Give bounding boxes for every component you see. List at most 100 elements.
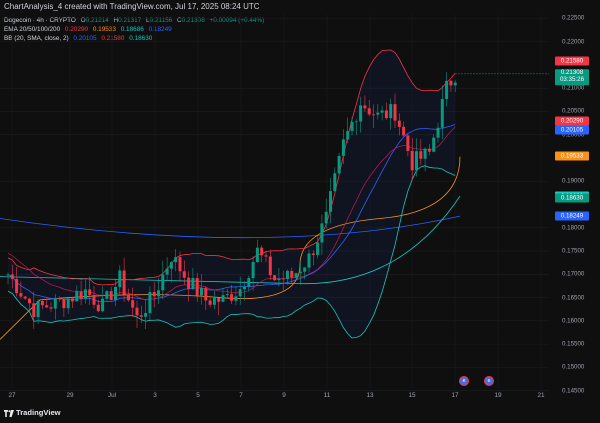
candle-body [341, 139, 345, 156]
candle-body [23, 296, 27, 299]
candle-body [243, 286, 246, 290]
tag-price: 0.18630 [560, 194, 584, 202]
bb-basis-tag[interactable]: 0.20105 [555, 125, 589, 135]
candle-body [148, 292, 152, 314]
time-tick-label: 3 [153, 392, 157, 399]
tag-price: 0.21580 [560, 57, 584, 65]
candle-body [161, 274, 165, 291]
candle-body [423, 148, 427, 159]
candle-body [415, 151, 418, 171]
tag-price: 0.20105 [560, 126, 584, 134]
bb-upper-tag[interactable]: 0.21580 [555, 56, 589, 66]
candle-body [333, 173, 337, 192]
candle-body [268, 256, 272, 276]
candle-body [260, 247, 264, 256]
candle-body [311, 253, 315, 255]
candle-body [247, 278, 251, 287]
candle-body [71, 298, 74, 302]
candle-body [225, 294, 229, 296]
ema200-tag[interactable]: 0.18249 [555, 211, 589, 221]
footer [0, 402, 600, 423]
candle-body [157, 290, 160, 297]
ema50-tag[interactable]: 0.19533 [555, 151, 589, 161]
candle-body [40, 300, 44, 306]
candle-body [432, 137, 436, 152]
calendar-event-icon[interactable]: e [459, 376, 469, 386]
time-tick-label: 5 [196, 392, 200, 399]
price-tick-label: 0.17500 [562, 247, 585, 255]
candle-body [15, 278, 19, 294]
candle-body [178, 257, 182, 272]
candle-body [114, 286, 117, 300]
time-tick-label: 13 [366, 392, 374, 399]
calendar-event-icon[interactable]: e [484, 376, 494, 386]
candle-body [152, 292, 156, 297]
candle-body [109, 291, 113, 300]
time-tick-label: 9 [282, 392, 286, 399]
price-tick-label: 0.19000 [562, 177, 585, 185]
candle-body [75, 291, 79, 302]
candle-body [402, 126, 406, 136]
candle-body [92, 294, 96, 305]
candle-body [346, 130, 350, 140]
candle-body [96, 304, 100, 312]
candle-body [238, 289, 242, 297]
candle-body [277, 278, 281, 281]
candle-body [126, 294, 130, 301]
candle-body [58, 298, 62, 300]
candle-body [139, 315, 143, 317]
candle-body [208, 300, 212, 305]
time-tick-label: Jul [107, 392, 117, 399]
candle-body [53, 298, 57, 309]
time-tick-label: 21 [537, 392, 545, 399]
candle-body [320, 223, 324, 243]
candle-body [182, 271, 186, 278]
candle-body [79, 291, 83, 299]
tag-countdown: 03:35:26 [559, 76, 585, 84]
time-tick-label: 17 [451, 392, 459, 399]
candle-body [165, 268, 169, 275]
time-tick-label: 27 [8, 392, 16, 399]
candle-body [45, 305, 49, 308]
price-tick-label: 0.15500 [562, 340, 585, 348]
candle-body [101, 298, 105, 312]
candle-body [10, 274, 14, 279]
candle-body [303, 267, 307, 272]
candle-body [406, 135, 410, 151]
candle-body [6, 274, 10, 276]
candle-body [49, 307, 53, 309]
candle-body [264, 255, 268, 257]
last-price-tag[interactable]: 0.21308 03:35:26 [555, 69, 589, 86]
time-tick-label: 11 [323, 392, 331, 399]
price-tick-label: 0.21000 [562, 84, 585, 92]
price-chart[interactable] [0, 14, 549, 402]
time-axis[interactable] [0, 389, 549, 402]
candle-body [83, 289, 87, 299]
candle-body [88, 289, 92, 295]
tradingview-brand[interactable]: TradingView [16, 408, 61, 417]
candle-body [251, 261, 255, 279]
price-tick-label: 0.17000 [562, 270, 585, 278]
candle-body [440, 98, 444, 128]
candle-body [187, 277, 191, 290]
price-tick-label: 0.15000 [562, 363, 585, 371]
price-tick-label: 0.20500 [562, 107, 585, 115]
candle-body [354, 121, 358, 123]
candle-body [384, 110, 388, 119]
price-tick-label: 0.16000 [562, 317, 585, 325]
candle-body [389, 104, 393, 119]
candle-body [380, 110, 384, 113]
candle-body [376, 112, 380, 115]
candle-body [350, 122, 354, 131]
candle-body [28, 298, 31, 304]
creator-caption: ChartAnalysis_4 created with TradingView… [4, 2, 260, 11]
candle-body [453, 82, 457, 86]
candle-body [217, 297, 221, 302]
candle-body [19, 293, 23, 297]
candle-body [221, 295, 225, 302]
bb-lower-tag[interactable]: 0.18630 [555, 193, 589, 203]
candle-body [316, 242, 320, 255]
candle-body [66, 298, 70, 309]
candle-body [419, 151, 423, 159]
candle-body [286, 270, 289, 279]
